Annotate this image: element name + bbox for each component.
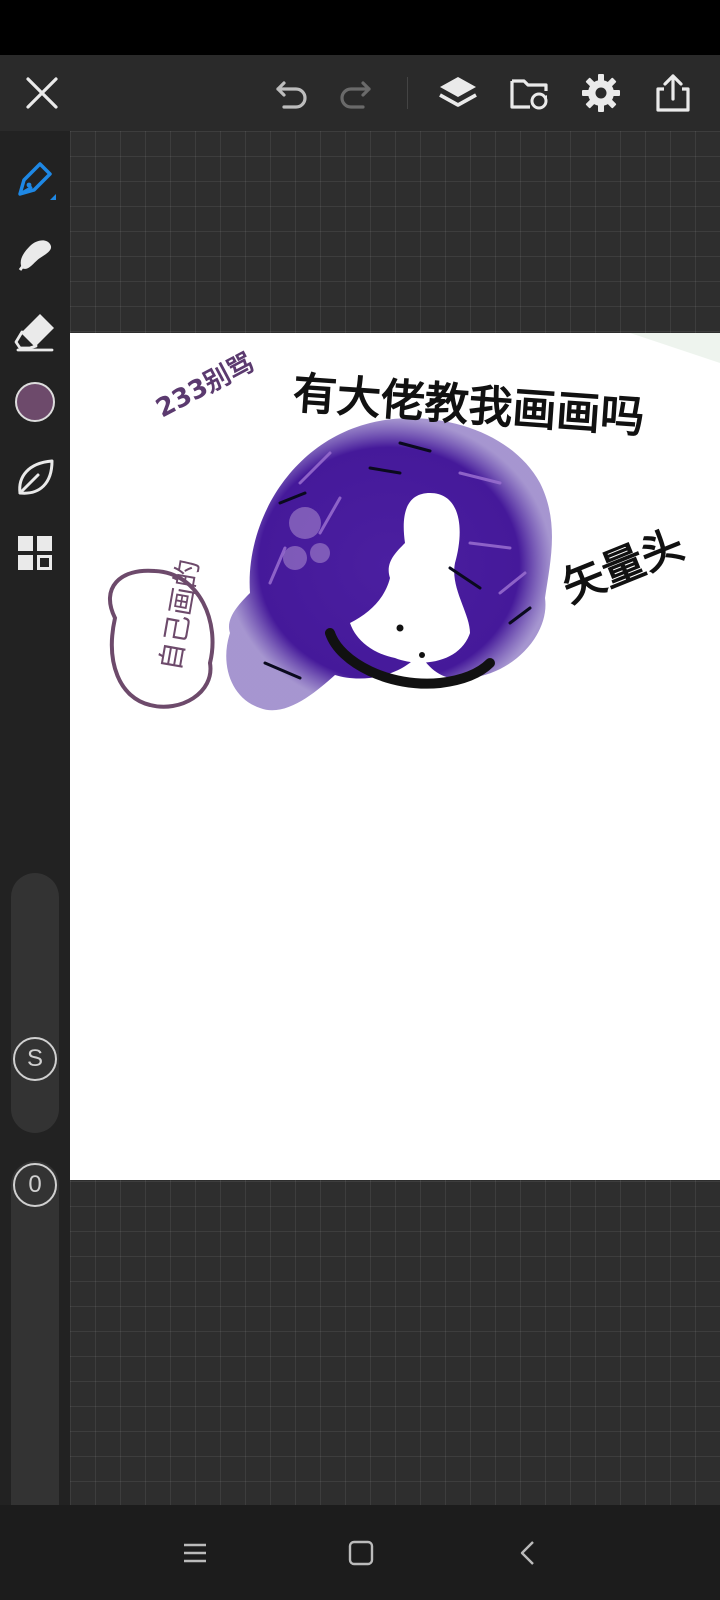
- brush-icon: [18, 162, 56, 200]
- undo-icon: [276, 81, 307, 109]
- toolbar-divider: [407, 77, 408, 109]
- canvas-area[interactable]: 有大佬教我画画吗 233别骂 矢量头 自己画的: [70, 131, 720, 1505]
- hair-drawing: [226, 418, 552, 711]
- speech-bubble-drawing: 自己画的: [108, 557, 215, 709]
- artwork-233-text: 233别骂: [151, 348, 259, 424]
- panels-icon: [18, 536, 52, 570]
- redo-icon: [340, 81, 371, 109]
- back-icon: [520, 1541, 534, 1565]
- side-toolbar: S 0: [0, 131, 70, 1541]
- menu-button[interactable]: [167, 1525, 223, 1581]
- shape-tool[interactable]: [5, 450, 65, 506]
- brush-tool[interactable]: [5, 153, 65, 209]
- settings-icon: [582, 74, 620, 112]
- menu-icon: [184, 1543, 206, 1563]
- brush-size-slider[interactable]: [11, 873, 59, 1133]
- brush-opacity-knob[interactable]: 0: [13, 1163, 57, 1207]
- panels-tool[interactable]: [5, 525, 65, 581]
- share-button[interactable]: [643, 63, 703, 123]
- gallery-icon: [510, 79, 548, 110]
- eraser-icon: [14, 314, 54, 352]
- eraser-tool[interactable]: [5, 303, 65, 359]
- brush-size-knob[interactable]: S: [13, 1037, 57, 1081]
- color-swatch: [15, 382, 55, 422]
- redo-button[interactable]: [325, 63, 385, 123]
- close-icon: [26, 77, 58, 109]
- navigation-bar: [0, 1505, 720, 1600]
- top-toolbar: [0, 55, 720, 131]
- drawing-paper[interactable]: 有大佬教我画画吗 233别骂 矢量头 自己画的: [70, 333, 720, 1180]
- status-bar: [0, 0, 720, 55]
- close-button[interactable]: [12, 63, 72, 123]
- settings-button[interactable]: [571, 63, 631, 123]
- layers-button[interactable]: [428, 63, 488, 123]
- smudge-icon: [18, 240, 52, 271]
- undo-button[interactable]: [262, 63, 322, 123]
- brush-opacity-slider[interactable]: [11, 1161, 59, 1541]
- color-picker[interactable]: [5, 374, 65, 430]
- home-button[interactable]: [333, 1525, 389, 1581]
- share-icon: [656, 74, 690, 112]
- home-icon: [348, 1540, 374, 1566]
- artwork-bubble-text: 自己画的: [154, 557, 206, 673]
- layers-icon: [439, 77, 477, 107]
- gallery-button[interactable]: [500, 63, 560, 123]
- back-button[interactable]: [500, 1525, 556, 1581]
- smudge-tool[interactable]: [5, 227, 65, 283]
- artwork: 有大佬教我画画吗 233别骂 矢量头 自己画的: [108, 333, 720, 711]
- leaf-shape-icon: [18, 459, 54, 495]
- artwork-vector-text: 矢量头: [555, 520, 690, 613]
